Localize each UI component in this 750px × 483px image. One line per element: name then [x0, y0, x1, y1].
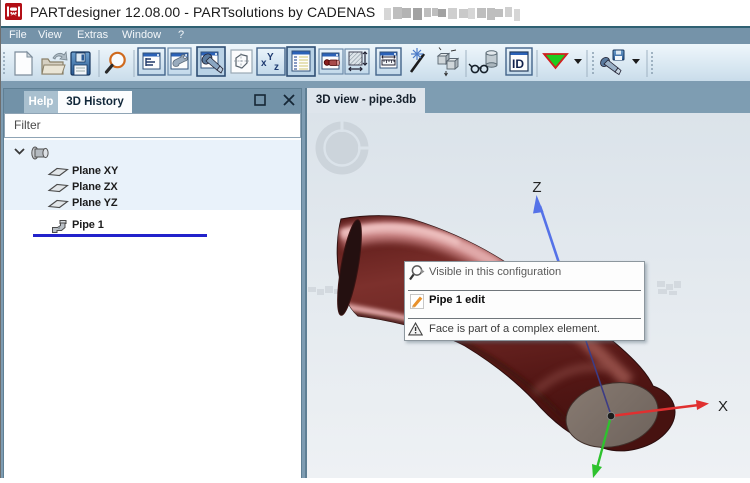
svg-text:ID: ID [512, 57, 524, 71]
svg-text:X: X [718, 398, 728, 415]
svg-text:z: z [274, 62, 279, 73]
svg-text:Y: Y [267, 52, 274, 63]
svg-text:Z: Z [532, 179, 541, 196]
